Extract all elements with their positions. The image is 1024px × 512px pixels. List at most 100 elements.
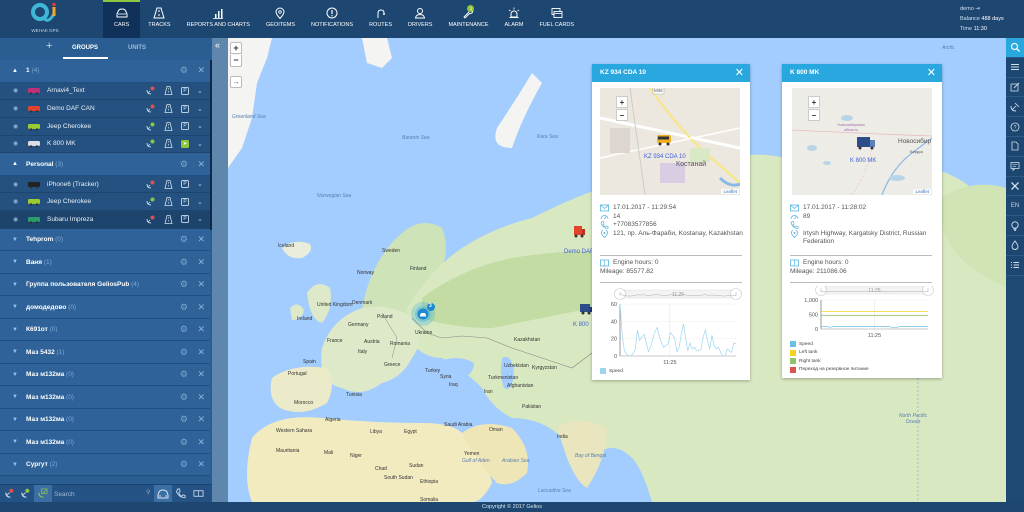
nav-tracks[interactable]: TRACKS	[140, 0, 178, 38]
chevron-down-icon[interactable]: ⌄	[197, 180, 203, 188]
delete-group-icon[interactable]: ✕	[197, 279, 205, 290]
phone-icon[interactable]	[175, 488, 186, 499]
truck-marker-icon[interactable]	[579, 302, 593, 316]
satellite-status-icon[interactable]	[146, 197, 155, 206]
toolbar-bulb-button[interactable]	[1006, 216, 1024, 236]
unit-row[interactable]: ◉ Jeep Cherokee P ⌄	[0, 193, 210, 212]
unit-row[interactable]: ◉ Subaru Impreza P ⌄	[0, 211, 210, 229]
legend-item[interactable]: Speed	[790, 340, 869, 349]
tab-units[interactable]: UNITS	[128, 45, 146, 51]
expand-icon[interactable]: ▼	[12, 417, 18, 423]
satellite-status-icon[interactable]	[146, 215, 155, 224]
delete-group-icon[interactable]: ✕	[197, 392, 205, 403]
toolbar-menu-button[interactable]	[1006, 58, 1024, 78]
leaflet-attribution[interactable]: Leaflet	[913, 189, 931, 194]
mini-map-zoom-in-button[interactable]: +	[808, 96, 820, 108]
gear-icon[interactable]: ⚙	[180, 257, 188, 268]
toolbar-search-button[interactable]	[1006, 38, 1024, 58]
toolbar-language-button[interactable]: EN	[1006, 196, 1024, 217]
delete-group-icon[interactable]: ✕	[197, 234, 205, 245]
chevron-down-icon[interactable]: ⌄	[197, 122, 203, 130]
nav-geoitems[interactable]: GEOITEMS	[258, 0, 303, 38]
group-row[interactable]: ▼ Маз м132ма (0) ⚙ ✕	[0, 408, 210, 432]
filter-offline-icon[interactable]	[4, 488, 15, 499]
parking-status-icon[interactable]: P	[181, 122, 189, 131]
unit-row[interactable]: ◉ K 800 MK ➤ ⌄	[0, 135, 210, 154]
unit-map-label[interactable]: Demo DAF	[564, 249, 594, 255]
unit-row[interactable]: ◉ Demo DAF CAN P ⌄	[0, 100, 210, 118]
track-icon[interactable]	[164, 179, 173, 189]
mini-map-zoom-out-button[interactable]: −	[808, 109, 820, 121]
expand-icon[interactable]: ▼	[12, 394, 18, 400]
visibility-eye-icon[interactable]: ◉	[13, 87, 18, 94]
track-icon[interactable]	[164, 197, 173, 207]
tab-groups[interactable]: GROUPS	[72, 45, 98, 51]
nav-cars[interactable]: CARS	[103, 0, 141, 38]
delete-group-icon[interactable]: ✕	[197, 414, 205, 425]
satellite-status-icon[interactable]	[146, 104, 155, 113]
gear-icon[interactable]: ⚙	[180, 324, 188, 335]
speed-chart[interactable]: 11:25 0 20 40 60 11:25	[596, 286, 746, 368]
gear-icon[interactable]: ⚙	[180, 414, 188, 425]
mini-map-zoom-in-button[interactable]: +	[616, 96, 628, 108]
toolbar-help-button[interactable]: ?	[1006, 117, 1024, 137]
delete-group-icon[interactable]: ✕	[197, 257, 205, 268]
unit-row[interactable]: ◉ iPhone6 (Tracker) P ⌄	[0, 175, 210, 194]
filter-online-icon[interactable]	[20, 488, 31, 499]
gear-icon[interactable]: ⚙	[180, 234, 188, 245]
delete-group-icon[interactable]: ✕	[197, 347, 205, 358]
track-icon[interactable]	[164, 104, 173, 113]
gear-icon[interactable]: ⚙	[180, 159, 188, 170]
leaflet-attribution[interactable]: Leaflet	[721, 189, 739, 194]
legend-item[interactable]: Speed	[600, 367, 623, 376]
group-row[interactable]: ▼ Ваня (1) ⚙ ✕	[0, 251, 210, 274]
collapse-icon[interactable]: ▲	[12, 68, 18, 74]
unit-map-label[interactable]: K 800	[573, 322, 589, 328]
group-row[interactable]: ▼ Tehprom (0) ⚙ ✕	[0, 228, 210, 252]
group-row[interactable]: ▼ Группа пользователя GeliosPub (4) ⚙ ✕	[0, 273, 210, 297]
popup-mini-map[interactable]: Новосибирская область + − K 800 MK Новос…	[792, 88, 932, 195]
card-icon[interactable]	[193, 488, 204, 499]
nav-alarm[interactable]: ALARM	[496, 0, 531, 38]
toolbar-edit-button[interactable]	[1006, 78, 1024, 98]
toolbar-tools-button[interactable]	[1006, 177, 1024, 197]
legend-item[interactable]: Right tank	[790, 357, 869, 366]
expand-icon[interactable]: ▼	[12, 462, 18, 468]
filter-all-button[interactable]	[34, 485, 52, 503]
gear-icon[interactable]: ⚙	[180, 347, 188, 358]
gear-icon[interactable]: ⚙	[180, 437, 188, 448]
legend-item[interactable]: Left tank	[790, 349, 869, 358]
parking-status-icon[interactable]: P	[181, 215, 189, 224]
satellite-status-icon[interactable]	[146, 180, 155, 189]
group-row[interactable]: ▼ К691от (0) ⚙ ✕	[0, 318, 210, 342]
parking-status-icon[interactable]: P	[181, 180, 189, 189]
sidebar-collapse-strip[interactable]: «	[212, 38, 228, 502]
moving-status-icon[interactable]: ➤	[181, 139, 189, 148]
unit-search-input[interactable]	[54, 488, 144, 500]
group-row[interactable]: ▼ Маз м132ма (0) ⚙ ✕	[0, 386, 210, 409]
unit-row[interactable]: ◉ Arnavi4_Text P ⌄	[0, 82, 210, 101]
parking-status-icon[interactable]: P	[181, 197, 189, 206]
logout-icon[interactable]: ⇥	[975, 6, 980, 12]
gear-icon[interactable]: ⚙	[180, 279, 188, 290]
group-row[interactable]: ▲ Personal (3) ⚙ ✕	[0, 153, 210, 176]
track-icon[interactable]	[164, 86, 173, 96]
expand-icon[interactable]: ▼	[12, 259, 18, 265]
toolbar-document-button[interactable]	[1006, 137, 1024, 157]
nav-drivers[interactable]: DRIVERS	[400, 0, 440, 38]
map-zoom-in-button[interactable]: +	[230, 42, 242, 54]
nav-notifications[interactable]: NOTIFICATIONS	[303, 0, 361, 38]
expand-icon[interactable]: ▼	[12, 439, 18, 445]
expand-icon[interactable]: ▼	[12, 237, 18, 243]
expand-icon[interactable]: ▼	[12, 349, 18, 355]
nav-fuel[interactable]: FUEL CARDS	[531, 0, 582, 38]
group-row[interactable]: ▼ Сургут (2) ⚙ ✕	[0, 453, 210, 477]
delete-group-icon[interactable]: ✕	[197, 302, 205, 313]
expand-icon[interactable]: ▼	[12, 372, 18, 378]
close-icon[interactable]: ✕	[735, 64, 744, 82]
gear-icon[interactable]: ⚙	[180, 392, 188, 403]
gear-icon[interactable]: ⚙	[180, 459, 188, 470]
visibility-eye-icon[interactable]: ◉	[13, 105, 18, 112]
group-row[interactable]: ▼ домодедово (0) ⚙ ✕	[0, 296, 210, 319]
toolbar-drop-button[interactable]	[1006, 236, 1024, 256]
